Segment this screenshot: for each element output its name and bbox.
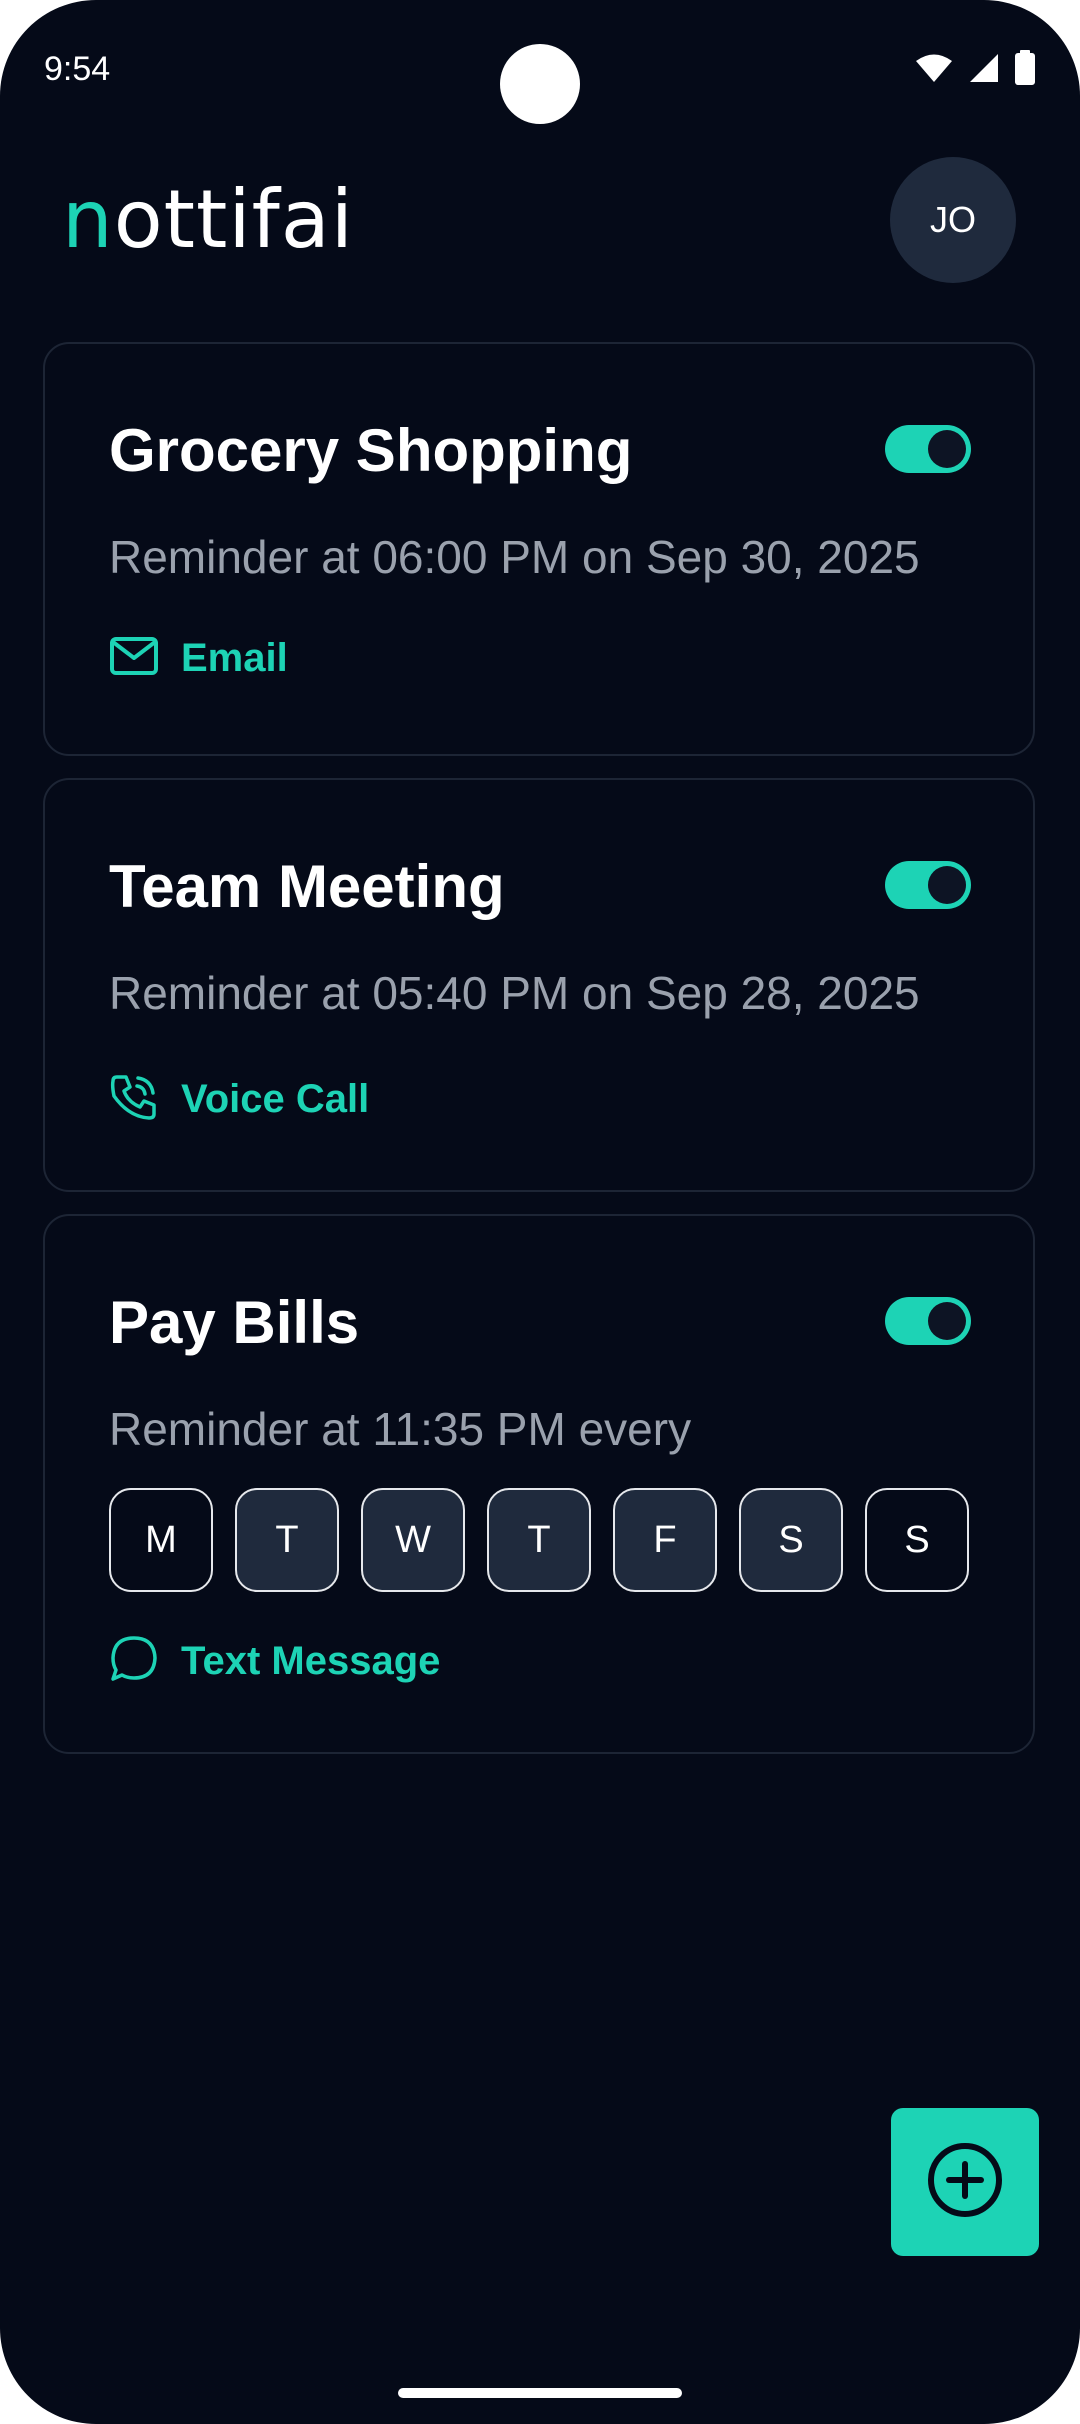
toggle-knob bbox=[928, 866, 966, 904]
camera-cutout bbox=[500, 44, 580, 124]
weekday-selector: M T W T F S S bbox=[109, 1488, 969, 1592]
battery-icon bbox=[1014, 50, 1036, 91]
day-thursday[interactable]: T bbox=[487, 1488, 591, 1592]
signal-icon bbox=[968, 52, 1000, 89]
day-wednesday[interactable]: W bbox=[361, 1488, 465, 1592]
channel-label: Text Message bbox=[181, 1639, 441, 1683]
reminder-card[interactable]: Grocery Shopping Reminder at 06:00 PM on… bbox=[43, 342, 1035, 756]
logo-wordmark: ottifai bbox=[113, 173, 355, 266]
day-friday[interactable]: F bbox=[613, 1488, 717, 1592]
reminder-schedule: Reminder at 11:35 PM every bbox=[109, 1403, 692, 1455]
reminder-schedule: Reminder at 05:40 PM on Sep 28, 2025 bbox=[109, 967, 920, 1019]
logo-accent-letter: n bbox=[62, 173, 114, 266]
status-time: 9:54 bbox=[44, 50, 111, 88]
reminder-channel: Voice Call bbox=[109, 1072, 369, 1127]
reminder-title: Grocery Shopping bbox=[109, 417, 633, 484]
day-saturday[interactable]: S bbox=[739, 1488, 843, 1592]
reminder-schedule: Reminder at 06:00 PM on Sep 30, 2025 bbox=[109, 531, 920, 583]
phone-call-icon bbox=[109, 1072, 159, 1127]
message-bubble-icon bbox=[109, 1634, 159, 1689]
reminder-title: Team Meeting bbox=[109, 853, 505, 920]
home-indicator[interactable] bbox=[398, 2388, 682, 2398]
app-screen: 9:54 n ottifai JO Grocery Shopping Remin… bbox=[0, 0, 1080, 2424]
reminder-toggle[interactable] bbox=[885, 861, 971, 909]
plus-circle-icon bbox=[925, 2140, 1005, 2225]
app-logo: n ottifai bbox=[62, 170, 354, 260]
toggle-knob bbox=[928, 430, 966, 468]
day-tuesday[interactable]: T bbox=[235, 1488, 339, 1592]
reminder-card[interactable]: Pay Bills Reminder at 11:35 PM every M T… bbox=[43, 1214, 1035, 1754]
reminder-card[interactable]: Team Meeting Reminder at 05:40 PM on Sep… bbox=[43, 778, 1035, 1192]
reminder-title: Pay Bills bbox=[109, 1289, 360, 1356]
wifi-icon bbox=[914, 52, 954, 89]
add-reminder-button[interactable] bbox=[891, 2108, 1039, 2256]
toggle-knob bbox=[928, 1302, 966, 1340]
mail-icon bbox=[109, 636, 159, 681]
avatar[interactable]: JO bbox=[890, 157, 1016, 283]
day-sunday[interactable]: S bbox=[865, 1488, 969, 1592]
reminder-toggle[interactable] bbox=[885, 425, 971, 473]
reminder-channel: Text Message bbox=[109, 1634, 440, 1689]
reminder-channel: Email bbox=[109, 636, 288, 681]
status-icons bbox=[914, 50, 1036, 91]
channel-label: Email bbox=[181, 636, 288, 680]
day-monday[interactable]: M bbox=[109, 1488, 213, 1592]
channel-label: Voice Call bbox=[181, 1077, 370, 1121]
reminder-toggle[interactable] bbox=[885, 1297, 971, 1345]
